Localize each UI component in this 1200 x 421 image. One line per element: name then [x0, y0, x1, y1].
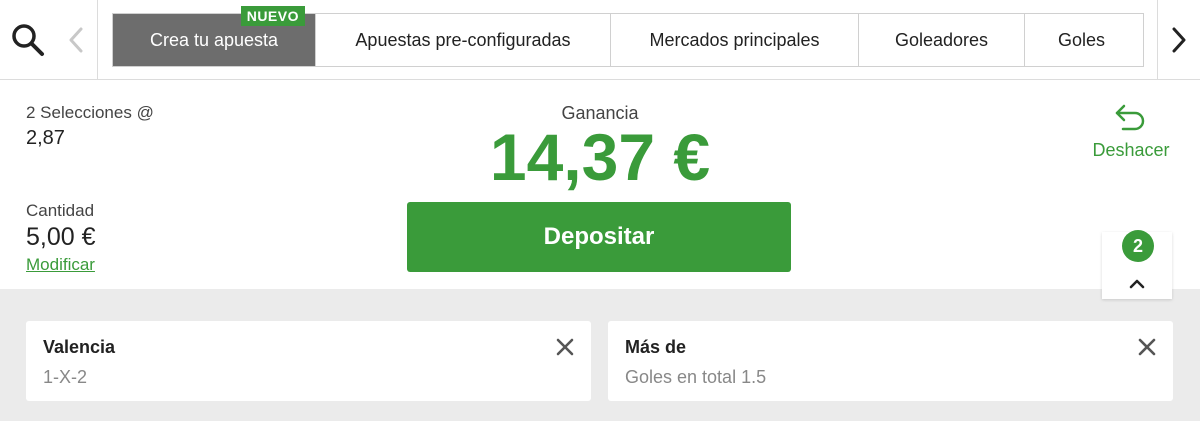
bet-summary: 2 Selecciones @ 2,87 Ganancia 14,37 € De…: [0, 81, 1200, 289]
chevron-left-icon: [69, 27, 83, 53]
new-badge: NUEVO: [240, 6, 305, 26]
modify-link[interactable]: Modificar: [26, 255, 95, 275]
divider: [97, 0, 98, 80]
selection-card: Valencia 1-X-2: [26, 321, 591, 401]
scroll-right-button[interactable]: [1158, 0, 1200, 80]
market-tabs: Crea tu apuesta NUEVO Apuestas pre-confi…: [112, 6, 1144, 67]
tab-mercados-principales[interactable]: Mercados principales: [611, 14, 859, 66]
chevron-right-icon: [1172, 27, 1186, 53]
chevron-up-icon: [1129, 279, 1145, 289]
selection-market: Goles en total 1.5: [625, 367, 767, 387]
search-icon: [12, 24, 44, 56]
tab-label: Crea tu apuesta: [149, 29, 279, 50]
tab-goleadores[interactable]: Goleadores: [859, 14, 1025, 66]
tab-label: Goleadores: [894, 29, 989, 50]
tab-label: Goles: [1058, 29, 1106, 50]
selection-card: Más de Goles en total 1.5: [608, 321, 1173, 401]
market-nav-bar: Crea tu apuesta NUEVO Apuestas pre-confi…: [0, 0, 1200, 80]
tab-label: Apuestas pre-configuradas: [355, 29, 571, 50]
close-icon[interactable]: [555, 337, 575, 357]
deposit-button[interactable]: Depositar: [407, 202, 791, 272]
selection-title: Más de: [625, 337, 687, 357]
scroll-left-button[interactable]: [56, 0, 96, 80]
undo-button[interactable]: Deshacer: [1082, 103, 1180, 161]
tab-label: Mercados principales: [649, 29, 820, 50]
selection-market: 1-X-2: [43, 367, 88, 387]
undo-label: Deshacer: [1092, 140, 1170, 160]
selection-count-badge: 2: [1122, 230, 1154, 262]
selection-title: Valencia: [43, 337, 116, 357]
undo-arrow-icon: [1115, 104, 1145, 131]
search-button[interactable]: [0, 0, 56, 80]
amount-value: 5,00 €: [26, 223, 96, 251]
tab-apuestas-preconfiguradas[interactable]: Apuestas pre-configuradas: [316, 14, 611, 66]
close-icon[interactable]: [1137, 337, 1157, 357]
winnings-value: 14,37 €: [489, 120, 711, 194]
tab-crea-tu-apuesta[interactable]: Crea tu apuesta NUEVO: [113, 6, 316, 66]
amount-label: Cantidad: [26, 201, 95, 220]
tab-goles[interactable]: Goles: [1025, 14, 1143, 66]
